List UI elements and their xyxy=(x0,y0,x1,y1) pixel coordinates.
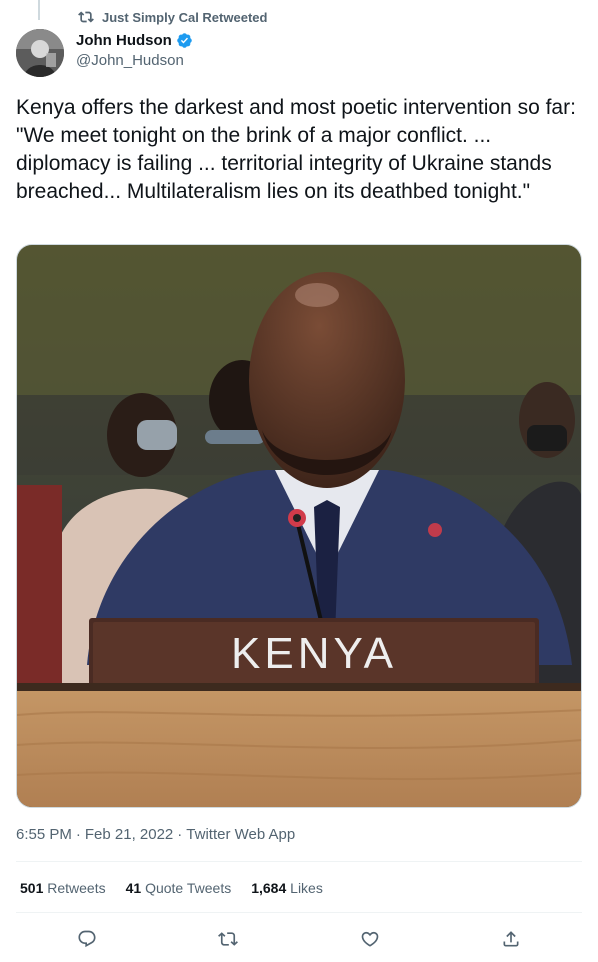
likes-count: 1,684 xyxy=(251,880,287,896)
tweet-meta: 6:55 PM · Feb 21, 2022 · Twitter Web App xyxy=(16,826,295,843)
retweets-count: 501 xyxy=(20,880,44,896)
divider xyxy=(16,861,582,862)
retweet-button[interactable] xyxy=(211,922,245,956)
divider xyxy=(16,912,582,913)
social-context[interactable]: Just Simply Cal Retweeted xyxy=(78,9,267,25)
like-icon xyxy=(361,931,379,947)
retweet-icon xyxy=(218,932,239,946)
quote-tweets-count: 41 xyxy=(125,880,142,896)
meta-separator: · xyxy=(177,826,183,843)
reply-icon xyxy=(78,930,96,948)
tweet-date[interactable]: Feb 21, 2022 xyxy=(85,826,173,843)
retweets-stat[interactable]: 501 Retweets xyxy=(20,880,106,896)
tweet-text: Kenya offers the darkest and most poetic… xyxy=(16,96,582,203)
tweet-stats: 501 Retweets 41 Quote Tweets 1,684 Likes xyxy=(20,880,323,896)
like-button[interactable] xyxy=(353,922,387,956)
tweet-photo[interactable]: KENYA xyxy=(16,244,582,808)
meta-separator: · xyxy=(75,826,81,843)
tweet-time[interactable]: 6:55 PM xyxy=(16,826,72,843)
verified-badge-icon xyxy=(177,33,192,48)
avatar[interactable] xyxy=(16,29,64,77)
nameplate-text: KENYA xyxy=(231,629,397,678)
quote-tweets-stat[interactable]: 41 Quote Tweets xyxy=(126,880,232,896)
social-context-label: Just Simply Cal Retweeted xyxy=(102,9,268,25)
share-button[interactable] xyxy=(494,922,528,956)
share-icon xyxy=(503,931,519,947)
likes-stat[interactable]: 1,684 Likes xyxy=(251,880,323,896)
tweet-source[interactable]: Twitter Web App xyxy=(186,826,295,843)
author-name[interactable]: John Hudson xyxy=(76,32,172,49)
likes-label: Likes xyxy=(290,880,323,896)
author-handle[interactable]: @John_Hudson xyxy=(76,52,193,69)
thread-line xyxy=(38,0,40,20)
retweets-label: Retweets xyxy=(47,880,106,896)
quote-tweets-label: Quote Tweets xyxy=(145,880,232,896)
retweet-icon xyxy=(78,11,94,23)
tweet-actions xyxy=(16,922,582,956)
reply-button[interactable] xyxy=(70,922,104,956)
